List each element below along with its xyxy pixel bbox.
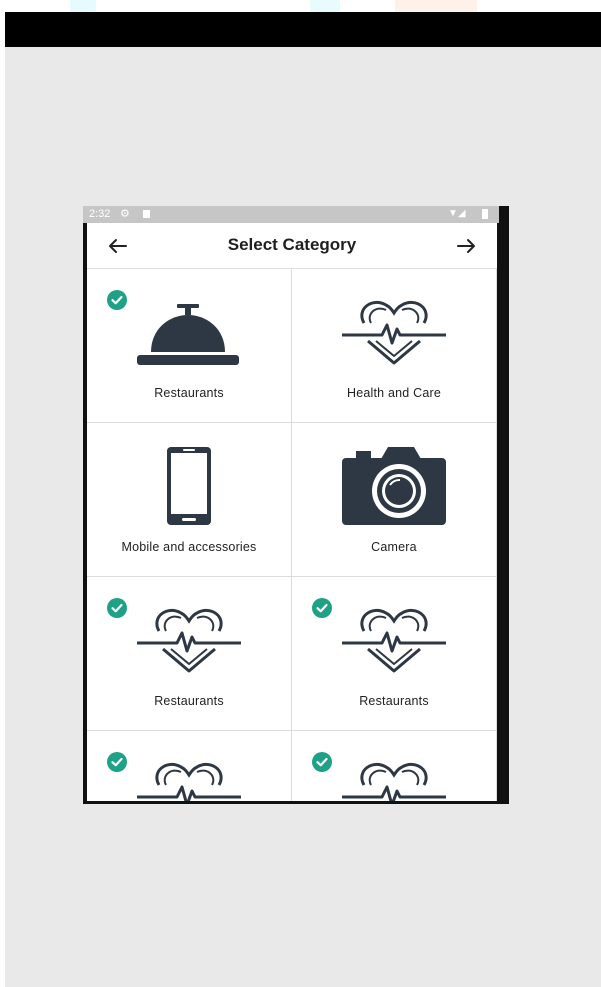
service-bell-icon (137, 304, 239, 365)
category-label: Mobile and accessories (121, 540, 257, 554)
category-label: Restaurants (154, 386, 224, 400)
status-bar: 2:32 ⚙ ▼◢ (83, 206, 499, 223)
heart-pulse-icon (342, 300, 446, 365)
phone-frame: 2:32 ⚙ ▼◢ Select Category Restaurants He… (83, 206, 509, 804)
category-tile[interactable]: Health and Care (292, 269, 497, 423)
category-tile[interactable]: Restaurants (87, 577, 292, 731)
heart-pulse-icon (342, 762, 446, 801)
category-tile[interactable]: Restaurants (87, 269, 292, 423)
category-tile[interactable]: Mobile and accessories (87, 423, 292, 577)
arrow-right-icon[interactable] (451, 231, 481, 261)
sd-card-icon (143, 210, 150, 218)
heart-pulse-icon (137, 762, 241, 801)
check-circle-icon (312, 598, 332, 618)
status-time: 2:32 (89, 208, 111, 220)
heart-pulse-icon (137, 608, 241, 673)
category-tile[interactable] (87, 731, 292, 801)
category-tile[interactable]: Restaurants (292, 577, 497, 731)
category-label: Camera (371, 540, 417, 554)
check-circle-icon (107, 598, 127, 618)
top-strip-tint (395, 0, 477, 12)
top-strip-tint (310, 0, 340, 12)
category-tile[interactable] (292, 731, 497, 801)
page-title: Select Category (227, 235, 357, 254)
category-label: Restaurants (154, 694, 224, 708)
check-circle-icon (312, 752, 332, 772)
battery-icon (482, 209, 488, 219)
camera-icon (342, 447, 446, 525)
top-black-bar (5, 12, 601, 47)
gear-icon: ⚙ (120, 208, 130, 220)
category-label: Restaurants (359, 694, 429, 708)
category-tile[interactable]: Camera (292, 423, 497, 577)
smartphone-icon (167, 447, 211, 525)
check-circle-icon (107, 752, 127, 772)
wifi-icon: ▼◢ (448, 208, 466, 219)
top-strip-tint (70, 0, 96, 12)
heart-pulse-icon (342, 608, 446, 673)
top-strip (0, 0, 601, 12)
app-screen: Select Category Restaurants Health and C… (87, 223, 497, 801)
check-circle-icon (107, 290, 127, 310)
category-label: Health and Care (346, 386, 442, 400)
app-bar: Select Category (87, 223, 497, 269)
